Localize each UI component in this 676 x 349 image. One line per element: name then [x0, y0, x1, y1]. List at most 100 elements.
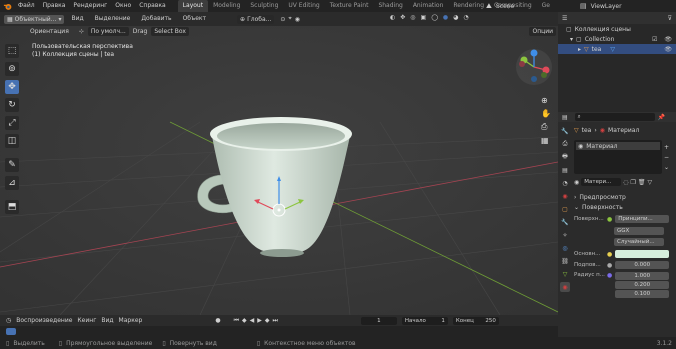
menu-render[interactable]: Рендеринг: [69, 0, 111, 12]
properties-search[interactable]: ⌕: [574, 113, 655, 121]
add-slot-icon[interactable]: +: [664, 144, 669, 151]
eye-icon[interactable]: 👁: [664, 46, 676, 53]
output-tab-icon[interactable]: 🖶: [560, 152, 570, 162]
material-slot[interactable]: ◉ Материал: [576, 142, 660, 150]
jump-end-icon[interactable]: ⏭: [272, 317, 277, 325]
menu-help[interactable]: Справка: [135, 0, 169, 12]
navigation-gizmo[interactable]: [515, 48, 553, 86]
properties-editor-icon[interactable]: ▤: [562, 114, 568, 121]
tab-modeling[interactable]: Modeling: [208, 0, 245, 12]
material-name-field[interactable]: Матери...: [581, 178, 622, 186]
tab-sculpting[interactable]: Sculpting: [245, 0, 283, 12]
material-tab-icon[interactable]: ◉: [560, 282, 570, 292]
outliner-row-tea[interactable]: ▸ ▽ tea ▽ 👁: [558, 44, 676, 54]
end-frame-field[interactable]: Конец 250: [452, 316, 499, 325]
measure-tool[interactable]: ⊿: [5, 176, 19, 190]
gizmo-toggle-icon[interactable]: ✥: [400, 14, 405, 21]
orientation-dropdown[interactable]: По умолч...: [87, 27, 129, 36]
surface-panel-header[interactable]: ⌄ Поверхность: [574, 202, 674, 212]
transform-orientation-dropdown[interactable]: ⊕ Глоба...: [237, 14, 275, 24]
radius-x-field[interactable]: 1.000: [615, 272, 670, 280]
subsurface-field[interactable]: 0.000: [615, 261, 670, 269]
outliner-editor-icon[interactable]: ☰: [562, 15, 567, 22]
menu-add[interactable]: Добавить: [137, 13, 175, 25]
radius-y-field[interactable]: 0.200: [615, 281, 670, 289]
base-color-swatch[interactable]: [615, 250, 670, 258]
menu-edit[interactable]: Правка: [39, 0, 70, 12]
blender-logo-icon[interactable]: [0, 2, 14, 11]
start-frame-field[interactable]: Начало 1: [401, 316, 448, 325]
copy-icon[interactable]: ❐: [631, 179, 636, 186]
filter-icon[interactable]: ⊽: [668, 15, 672, 22]
preview-panel-header[interactable]: › Предпросмотр: [574, 192, 674, 202]
drag-dropdown[interactable]: Select Box: [151, 27, 189, 36]
radius-z-field[interactable]: 0.100: [615, 290, 670, 298]
remove-slot-icon[interactable]: −: [664, 154, 669, 161]
menu-object[interactable]: Объект: [179, 13, 210, 25]
playback-menu[interactable]: Воспроизведение: [16, 317, 72, 324]
object-tab-icon[interactable]: ▢: [560, 204, 570, 214]
shading-solid-icon[interactable]: ●: [443, 14, 448, 21]
physics-tab-icon[interactable]: ◎: [560, 243, 570, 253]
visibility-icon[interactable]: ◐: [390, 14, 395, 21]
view-layer-name[interactable]: ViewLayer: [591, 3, 622, 10]
menu-window[interactable]: Окно: [111, 0, 135, 12]
prev-keyframe-icon[interactable]: ◆: [242, 317, 247, 324]
pan-hand-icon[interactable]: ✋: [541, 109, 551, 118]
play-icon[interactable]: ▶: [257, 317, 262, 324]
overlay-icon[interactable]: ◎: [410, 14, 415, 21]
move-tool[interactable]: ✥: [5, 80, 19, 94]
checkbox-icon[interactable]: ☑: [652, 36, 661, 43]
subsurface-method-dropdown[interactable]: Случайный...: [614, 238, 664, 246]
tab-texture-paint[interactable]: Texture Paint: [325, 0, 374, 12]
play-reverse-icon[interactable]: ◀: [250, 317, 255, 324]
playhead[interactable]: [6, 328, 16, 335]
proportional-edit-icon[interactable]: ◉: [295, 16, 300, 23]
tab-animation[interactable]: Animation: [408, 0, 449, 12]
tool-tab-icon[interactable]: 🔧: [560, 126, 570, 136]
menu-view[interactable]: Вид: [67, 13, 87, 25]
shading-rendered-icon[interactable]: ◔: [463, 14, 468, 21]
pivot-icon[interactable]: ⊙: [280, 16, 285, 23]
shading-material-icon[interactable]: ◕: [453, 14, 458, 21]
scene-name[interactable]: Scene: [496, 3, 514, 10]
current-frame-field[interactable]: 1: [360, 316, 397, 325]
constraints-tab-icon[interactable]: ⛓: [560, 256, 570, 266]
add-cube-tool[interactable]: ⬒: [5, 200, 19, 214]
select-box-tool[interactable]: ⬚: [5, 44, 19, 58]
pin-icon[interactable]: 📌: [658, 114, 665, 121]
world-tab-icon[interactable]: ◉: [560, 191, 570, 201]
distribution-dropdown[interactable]: GGX: [614, 227, 664, 235]
record-icon[interactable]: ●: [215, 317, 220, 324]
eye-icon[interactable]: 👁: [664, 36, 676, 43]
mode-dropdown[interactable]: ▦ Объектный... ▾: [4, 14, 65, 24]
data-tab-icon[interactable]: ▽: [560, 269, 570, 279]
particles-tab-icon[interactable]: ✧: [560, 230, 570, 240]
rotate-tool[interactable]: ↻: [5, 98, 19, 112]
tab-rendering[interactable]: Rendering: [448, 0, 489, 12]
3d-viewport[interactable]: ▦ Объектный... ▾ Вид Выделение Добавить …: [0, 12, 558, 315]
jump-start-icon[interactable]: ⏮: [234, 317, 239, 325]
marker-menu[interactable]: Маркер: [119, 317, 143, 324]
outliner-row-collection[interactable]: ▾ ▢ Collection ☑ 👁: [558, 34, 676, 44]
camera-icon[interactable]: ⎙: [541, 122, 551, 132]
zoom-icon[interactable]: ⊕: [541, 96, 551, 105]
tab-geometry-nodes[interactable]: Ge: [537, 0, 555, 12]
scene-tab-icon[interactable]: ◔: [560, 178, 570, 188]
filter-icon[interactable]: ▽: [648, 179, 653, 186]
xray-icon[interactable]: ▣: [421, 14, 427, 21]
next-keyframe-icon[interactable]: ◆: [265, 317, 270, 324]
tab-uv-editing[interactable]: UV Editing: [283, 0, 324, 12]
material-slot-list[interactable]: ◉ Материал: [574, 140, 662, 174]
cursor-tool[interactable]: ⊚: [5, 62, 19, 76]
modifier-tab-icon[interactable]: 🔧: [560, 217, 570, 227]
menu-file[interactable]: Файл: [14, 0, 39, 12]
options-dropdown[interactable]: Опции: [529, 27, 556, 36]
slot-menu-icon[interactable]: ⌄: [664, 164, 669, 171]
render-tab-icon[interactable]: ⎙: [560, 139, 570, 149]
shading-wireframe-icon[interactable]: ◯: [431, 14, 438, 21]
view-menu[interactable]: Вид: [101, 317, 113, 324]
timeline-editor-icon[interactable]: ◷: [6, 317, 11, 324]
shield-icon[interactable]: ◌: [623, 179, 628, 186]
outliner-row-scene-collection[interactable]: ▢ Коллекция сцены: [558, 24, 676, 34]
